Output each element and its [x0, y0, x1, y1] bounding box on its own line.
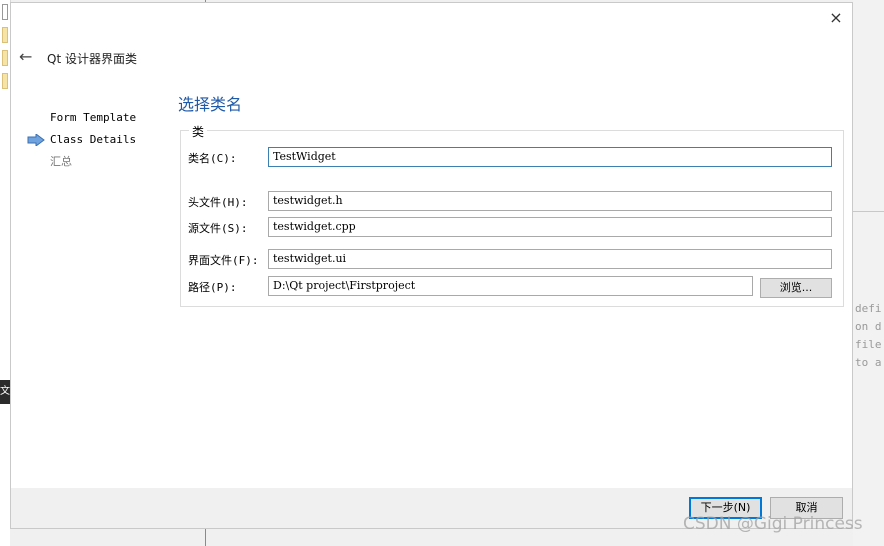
background-right-splitter: [853, 211, 884, 212]
source-file-input[interactable]: testwidget.cpp: [268, 217, 832, 237]
header-file-input[interactable]: testwidget.h: [268, 191, 832, 211]
wizard-step-form-template: Form Template: [27, 107, 136, 129]
wizard-step-label: Class Details: [50, 133, 137, 146]
path-input[interactable]: D:\Qt project\Firstproject: [268, 276, 753, 296]
source-file-label: 源文件(S):: [188, 222, 248, 235]
current-step-arrow-icon: [27, 134, 45, 146]
background-divider: [205, 529, 206, 546]
background-right-panel: [853, 0, 884, 546]
dialog-title: Qt 设计器界面类: [47, 52, 137, 66]
background-code-snippet: defi on d file to a: [855, 300, 882, 372]
code-line: on d: [855, 320, 882, 333]
close-icon[interactable]: ×: [828, 10, 844, 26]
background-left-markers: [2, 4, 8, 96]
class-name-input[interactable]: TestWidget: [268, 147, 832, 167]
path-label: 路径(P):: [188, 281, 237, 294]
qt-designer-form-class-dialog: × ← Qt 设计器界面类 Form Template Class Detail…: [10, 2, 853, 529]
code-line: defi: [855, 302, 882, 315]
wizard-step-label: 汇总: [50, 155, 72, 168]
code-line: file: [855, 338, 882, 351]
group-title: 类: [189, 123, 208, 140]
wizard-step-label: Form Template: [50, 111, 137, 124]
header-file-label: 头文件(H):: [188, 196, 248, 209]
browse-button[interactable]: 浏览...: [760, 278, 832, 298]
class-name-label: 类名(C):: [188, 152, 237, 165]
background-left-tab: 文档: [0, 380, 10, 404]
code-line: to a: [855, 356, 882, 369]
form-file-label: 界面文件(F):: [188, 254, 259, 267]
wizard-steps: Form Template Class Details 汇总: [27, 107, 136, 173]
back-arrow-icon[interactable]: ←: [19, 47, 32, 66]
watermark-text: CSDN @Gigi Princess: [683, 514, 863, 534]
wizard-step-summary: 汇总: [27, 151, 136, 173]
wizard-step-class-details: Class Details: [27, 129, 136, 151]
page-heading: 选择类名: [178, 95, 243, 114]
form-file-input[interactable]: testwidget.ui: [268, 249, 832, 269]
